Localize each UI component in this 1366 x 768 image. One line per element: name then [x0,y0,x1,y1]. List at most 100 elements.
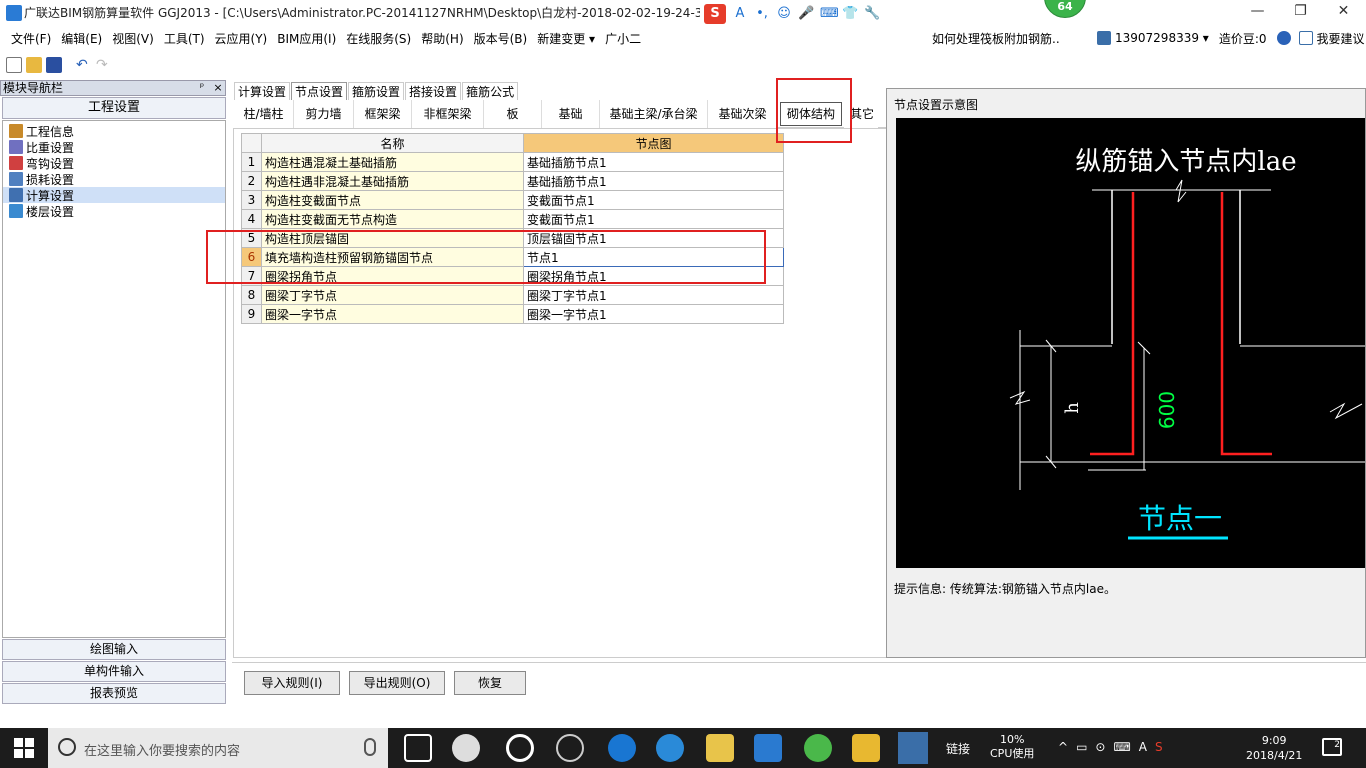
row-node[interactable]: 圈梁一字节点1 [523,304,784,324]
subtab-frame-beam[interactable]: 框架梁 [354,100,412,128]
ime-emoji-icon[interactable]: ☺ [776,6,792,22]
grid-header-name[interactable]: 名称 [261,133,524,153]
tree-item-project-info[interactable]: 工程信息 [3,123,225,139]
tree-item-hook[interactable]: 弯钩设置 [3,155,225,171]
internet-explorer-icon[interactable] [656,734,684,762]
edge-icon[interactable] [608,734,636,762]
tab-stirrup-formula[interactable]: 箍筋公式 [462,82,519,100]
app-pinwheel-icon[interactable] [452,734,480,762]
user-phone[interactable]: 13907298339 ▾ [1115,31,1209,45]
subtab-column[interactable]: 柱/墙柱 [234,100,294,128]
bell-icon[interactable] [1276,31,1291,45]
ime-skin-icon[interactable]: 👕 [842,6,858,22]
active-app-icon[interactable] [898,732,928,764]
app-notes-icon[interactable] [852,734,880,762]
battery-icon[interactable]: ▭ [1076,740,1087,754]
windows-start-icon[interactable] [14,738,34,758]
tab-calc-settings[interactable]: 计算设置 [234,82,291,100]
ime-mode-icon[interactable]: A [1139,740,1147,754]
glodon-icon[interactable] [754,734,782,762]
row-node[interactable]: 基础插筋节点1 [523,171,784,191]
sidebar-section-title[interactable]: 工程设置 [2,97,226,119]
new-file-icon[interactable] [6,57,22,73]
row-name[interactable]: 构造柱变截面无节点构造 [261,209,524,229]
row-name[interactable]: 构造柱变截面节点 [261,190,524,210]
suggest-link[interactable]: 我要建议 [1317,30,1365,47]
system-clock[interactable]: 9:09 2018/4/21 [1246,733,1302,763]
task-view-icon[interactable] [404,734,432,762]
tab-node-settings[interactable]: 节点设置 [291,82,348,100]
single-component-input-button[interactable]: 单构件输入 [2,661,226,682]
subtab-foundation-main-beam[interactable]: 基础主梁/承台梁 [600,100,708,128]
save-icon[interactable] [46,57,62,73]
ime-keyboard-icon[interactable]: ⌨ [820,6,839,22]
table-row[interactable]: 1 构造柱遇混凝土基础插筋 基础插筋节点1 [241,152,784,172]
open-folder-icon[interactable] [26,57,42,73]
ime-lang-icon[interactable]: A [732,6,748,22]
row-node[interactable]: 变截面节点1 [523,190,784,210]
menu-online[interactable]: 在线服务(S) [341,30,416,47]
subtab-foundation-secondary-beam[interactable]: 基础次梁 [708,100,778,128]
tray-expand-icon[interactable]: ^ [1058,740,1068,754]
row-node[interactable]: 变截面节点1 [523,209,784,229]
microphone-icon[interactable] [364,738,376,756]
menu-tools[interactable]: 工具(T) [159,30,210,47]
app-spiral-icon[interactable] [556,734,584,762]
row-name[interactable]: 圈梁丁字节点 [261,285,524,305]
app-green-icon[interactable] [804,734,832,762]
table-row[interactable]: 4 构造柱变截面无节点构造 变截面节点1 [241,209,784,229]
ime-voice-icon[interactable]: 🎤 [798,6,814,22]
keyboard-icon[interactable]: ⌨ [1113,740,1130,754]
close-button[interactable]: ✕ [1322,0,1365,24]
file-explorer-icon[interactable] [706,734,734,762]
tree-item-floor[interactable]: 楼层设置 [3,203,225,219]
table-row[interactable]: 9 圈梁一字节点 圈梁一字节点1 [241,304,784,324]
menu-new-change[interactable]: 新建变更 ▾ [532,30,600,47]
row-name[interactable]: 圈梁一字节点 [261,304,524,324]
tree-item-loss[interactable]: 损耗设置 [3,171,225,187]
subtab-shear-wall[interactable]: 剪力墙 [294,100,354,128]
menu-view[interactable]: 视图(V) [107,30,159,47]
tab-stirrup-settings[interactable]: 箍筋设置 [348,82,405,100]
subtab-slab[interactable]: 板 [484,100,542,128]
menu-bim[interactable]: BIM应用(I) [272,30,341,47]
notification-center-icon[interactable]: 2 [1322,738,1342,756]
import-rules-button[interactable]: 导入规则(I) [244,671,340,695]
pin-icon[interactable]: ᵖ [196,80,208,96]
row-node[interactable]: 基础插筋节点1 [523,152,784,172]
row-name[interactable]: 构造柱遇非混凝土基础插筋 [261,171,524,191]
redo-icon[interactable]: ↷ [96,57,112,73]
ime-tools-icon[interactable]: 🔧 [864,6,880,22]
sogou-tray-icon[interactable]: S [1155,740,1163,754]
restore-button[interactable]: ❐ [1279,0,1322,24]
restore-button-main[interactable]: 恢复 [454,671,526,695]
tray-link-label[interactable]: 链接 [946,740,970,757]
network-icon[interactable]: ⊙ [1095,740,1105,754]
menu-edit[interactable]: 编辑(E) [56,30,107,47]
help-article-link[interactable]: 如何处理筏板附加钢筋.. [932,30,1060,47]
sidebar-close-icon[interactable]: × [212,80,224,96]
ie-legacy-icon[interactable] [506,734,534,762]
tree-item-calc[interactable]: 计算设置 [3,187,225,203]
table-row[interactable]: 8 圈梁丁字节点 圈梁丁字节点1 [241,285,784,305]
table-row[interactable]: 3 构造柱变截面节点 变截面节点1 [241,190,784,210]
menu-version[interactable]: 版本号(B) [469,30,533,47]
menu-cloud[interactable]: 云应用(Y) [210,30,273,47]
row-node[interactable]: 圈梁丁字节点1 [523,285,784,305]
subtab-foundation[interactable]: 基础 [542,100,600,128]
undo-icon[interactable]: ↶ [76,57,92,73]
sogou-ime-icon[interactable]: S [704,4,726,24]
menu-assistant[interactable]: 广小二 [600,30,646,47]
ime-punct-icon[interactable]: •, [754,6,770,22]
tree-item-weight[interactable]: 比重设置 [3,139,225,155]
tab-lap-settings[interactable]: 搭接设置 [405,82,462,100]
subtab-non-frame-beam[interactable]: 非框架梁 [412,100,484,128]
drawing-input-button[interactable]: 绘图输入 [2,639,226,660]
minimize-button[interactable]: — [1236,0,1279,24]
export-rules-button[interactable]: 导出规则(O) [349,671,445,695]
menu-file[interactable]: 文件(F) [6,30,56,47]
grid-header-node[interactable]: 节点图 [523,133,784,153]
menu-help[interactable]: 帮助(H) [416,30,468,47]
row-name[interactable]: 构造柱遇混凝土基础插筋 [261,152,524,172]
table-row[interactable]: 2 构造柱遇非混凝土基础插筋 基础插筋节点1 [241,171,784,191]
